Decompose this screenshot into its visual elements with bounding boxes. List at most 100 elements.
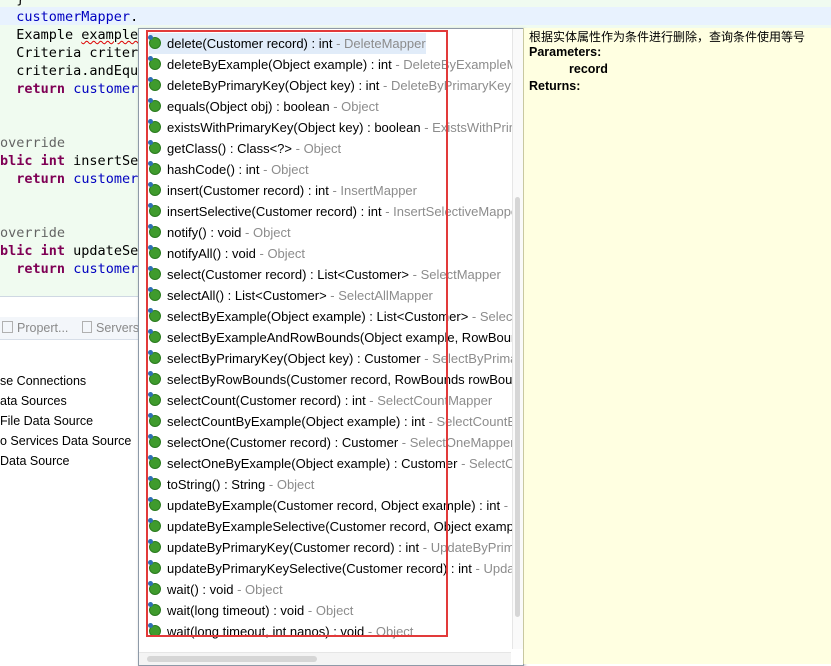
proposal-separator: - [468, 309, 480, 324]
proposal-signature: selectCount(Customer record) : int [167, 393, 366, 408]
proposal-separator: - [381, 204, 394, 219]
proposal-separator: - [471, 561, 484, 576]
proposal-signature: selectOneByExample(Object example) : Cus… [167, 456, 458, 471]
proposal-item[interactable]: selectCountByExample(Object example) : i… [148, 411, 523, 432]
proposal-item[interactable]: selectOne(Customer record) : Customer - … [148, 432, 515, 453]
proposal-signature: updateByPrimaryKeySelective(Customer rec… [167, 561, 472, 576]
proposal-signature: wait(long timeout) : void [167, 603, 305, 618]
proposal-item[interactable]: updateByPrimaryKeySelective(Customer rec… [148, 558, 518, 579]
tree-item[interactable]: File Data Source [0, 414, 93, 428]
proposal-signature: deleteByExample(Object example) : int [167, 57, 392, 72]
public-method-icon [148, 77, 161, 91]
tab-servers-label: Servers [96, 321, 140, 335]
proposal-owner: InsertSelectiveMappe [393, 204, 519, 219]
proposal-owner: SelectMapper [420, 267, 501, 282]
proposal-signature: selectAll() : List<Customer> [167, 288, 327, 303]
proposal-separator: - [255, 246, 268, 261]
proposal-owner: UpdateByPrima [430, 540, 522, 555]
tree-item[interactable]: se Connections [0, 374, 86, 388]
proposal-item[interactable]: notifyAll() : void - Object [148, 243, 305, 264]
proposal-separator: - [332, 36, 345, 51]
public-method-icon [148, 140, 161, 154]
proposal-signature: wait(long timeout, int nanos) : void [167, 624, 365, 639]
proposal-separator: - [398, 435, 410, 450]
public-method-icon [148, 224, 161, 238]
proposal-item[interactable]: deleteByExample(Object example) : int - … [148, 54, 523, 75]
scrollbar-thumb[interactable] [515, 197, 520, 617]
vertical-scrollbar[interactable] [512, 29, 523, 649]
tree-item[interactable]: ata Sources [0, 394, 67, 408]
proposal-item[interactable]: insert(Customer record) : int - InsertMa… [148, 180, 417, 201]
content-assist-popup[interactable]: delete(Customer record) : int - DeleteMa… [138, 28, 524, 666]
public-method-icon [148, 98, 161, 112]
proposal-separator: - [265, 477, 277, 492]
scrollbar-thumb[interactable] [147, 656, 317, 662]
proposal-separator: - [233, 582, 246, 597]
proposal-item[interactable]: wait(long timeout) : void - Object [148, 600, 354, 621]
properties-icon [2, 321, 13, 333]
proposal-owner: DeleteByPrimaryKeyM [390, 78, 522, 93]
proposal-owner: DeleteMapper [344, 36, 426, 51]
proposal-owner: Object [276, 477, 315, 492]
code-line: return customer [16, 261, 139, 277]
proposal-item[interactable]: toString() : String - Object [148, 474, 315, 495]
proposal-item[interactable]: delete(Customer record) : int - DeleteMa… [148, 33, 426, 54]
code-line: override [0, 135, 66, 151]
tab-properties[interactable]: Propert... [2, 321, 68, 335]
proposal-owner: Object [315, 603, 354, 618]
public-method-icon [148, 623, 161, 637]
public-method-icon [148, 161, 161, 175]
proposal-signature: selectByPrimaryKey(Object key) : Custome… [167, 351, 421, 366]
proposal-owner: ExistsWithPrima [432, 120, 524, 135]
proposal-item[interactable]: select(Customer record) : List<Customer>… [148, 264, 501, 285]
proposal-signature: select(Customer record) : List<Customer> [167, 267, 410, 282]
proposal-item[interactable]: selectAll() : List<Customer> - SelectAll… [148, 285, 433, 306]
proposal-item[interactable]: selectByPrimaryKey(Object key) : Custome… [148, 348, 523, 369]
proposal-owner: SelectAllMapper [338, 288, 433, 303]
code-line: blic int updateSe [0, 243, 139, 259]
tree-item[interactable]: o Services Data Source [0, 434, 131, 448]
proposal-item[interactable]: selectByExampleAndRowBounds(Object examp… [148, 327, 523, 348]
doc-param-name: record [569, 62, 608, 76]
proposal-item[interactable]: selectOneByExample(Object example) : Cus… [148, 453, 523, 474]
public-method-icon [148, 182, 161, 196]
proposal-item[interactable]: hashCode() : int - Object [148, 159, 309, 180]
proposal-signature: wait() : void [167, 582, 234, 597]
code-line: blic int insertSe [0, 153, 139, 169]
proposal-item[interactable]: wait() : void - Object [148, 579, 283, 600]
proposal-signature: hashCode() : int [167, 162, 260, 177]
proposal-item[interactable]: getClass() : Class<?> - Object [148, 138, 341, 159]
proposal-owner: Object [341, 99, 379, 114]
horizontal-scrollbar[interactable] [139, 652, 511, 665]
public-method-icon [148, 476, 161, 490]
public-method-icon [148, 203, 161, 217]
proposal-item[interactable]: selectByExample(Object example) : List<C… [148, 306, 523, 327]
proposal-item[interactable]: notify() : void - Object [148, 222, 291, 243]
proposal-item[interactable]: updateByExampleSelective(Customer record… [148, 516, 523, 537]
proposal-item[interactable]: deleteByPrimaryKey(Object key) : int - D… [148, 75, 522, 96]
public-method-icon [148, 119, 161, 133]
public-method-icon [148, 266, 161, 280]
proposal-separator: - [500, 498, 512, 513]
proposal-item[interactable]: selectByRowBounds(Customer record, RowBo… [148, 369, 520, 390]
tab-servers[interactable]: Servers [82, 321, 139, 335]
public-method-icon [148, 581, 161, 595]
tab-properties-label: Propert... [17, 321, 69, 335]
proposal-item[interactable]: wait(long timeout, int nanos) : void - O… [148, 621, 413, 642]
proposal-item[interactable]: selectCount(Customer record) : int - Sel… [148, 390, 492, 411]
proposal-item[interactable]: insertSelective(Customer record) : int -… [148, 201, 519, 222]
public-method-icon [148, 371, 161, 385]
proposal-signature: existsWithPrimaryKey(Object key) : boole… [167, 120, 421, 135]
proposal-item[interactable]: updateByExample(Customer record, Object … [148, 495, 521, 516]
proposal-signature: selectCountByExample(Object example) : i… [167, 414, 425, 429]
doc-returns-label: Returns: [529, 79, 581, 93]
public-method-icon [148, 434, 161, 448]
proposal-owner: InsertMapper [340, 183, 417, 198]
public-method-icon [148, 350, 161, 364]
code-line: criteria.andEqu [0, 63, 139, 79]
proposal-signature: notify() : void [167, 225, 242, 240]
tree-item[interactable]: Data Source [0, 454, 69, 468]
proposal-item[interactable]: equals(Object obj) : boolean - Object [148, 96, 379, 117]
proposal-item[interactable]: updateByPrimaryKey(Customer record) : in… [148, 537, 522, 558]
proposal-item[interactable]: existsWithPrimaryKey(Object key) : boole… [148, 117, 524, 138]
